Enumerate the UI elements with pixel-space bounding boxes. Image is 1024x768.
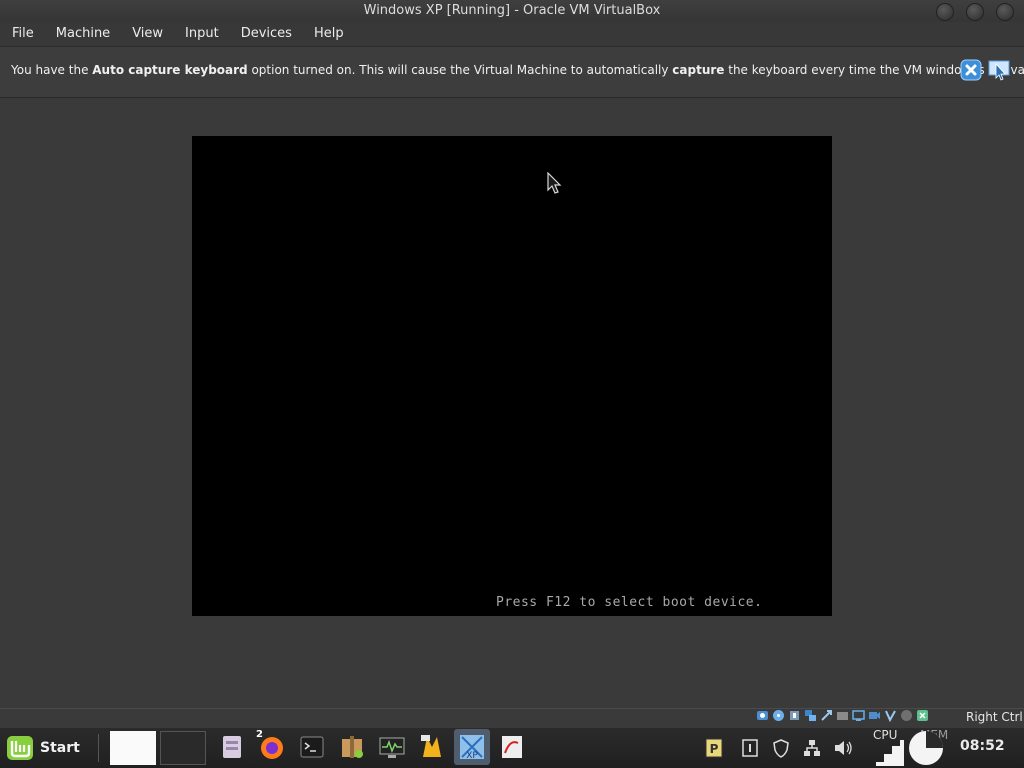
shield-icon[interactable] bbox=[771, 738, 791, 758]
network-tray-icon[interactable] bbox=[802, 738, 822, 758]
mouse-integration-status-icon[interactable] bbox=[900, 709, 913, 722]
taskbar-terminal[interactable] bbox=[294, 729, 330, 765]
boot-message: Press F12 to select boot device. bbox=[496, 595, 763, 610]
usb-icon[interactable] bbox=[820, 709, 833, 722]
shared-folders-icon[interactable] bbox=[836, 709, 849, 722]
keyboard-capture-icon[interactable] bbox=[916, 709, 929, 722]
package-icon bbox=[342, 736, 363, 758]
title-bar[interactable]: Windows XP [Running] - Oracle VM Virtual… bbox=[0, 0, 1024, 22]
notice-bold-capture: capture bbox=[672, 63, 725, 77]
taskbar-firefox[interactable]: 2 bbox=[254, 729, 290, 765]
status-indicators bbox=[756, 709, 929, 722]
firefox-window-count: 2 bbox=[256, 729, 263, 740]
notice-bold-option: Auto capture keyboard bbox=[92, 63, 248, 77]
virtualization-icon[interactable] bbox=[884, 709, 897, 722]
taskbar-files[interactable] bbox=[214, 729, 250, 765]
taskbar-system-monitor[interactable] bbox=[374, 729, 410, 765]
audio-icon[interactable] bbox=[788, 709, 801, 722]
taskbar-virtualbox-manager[interactable] bbox=[414, 729, 450, 765]
menu-file[interactable]: File bbox=[0, 22, 45, 46]
cpu-graph-icon[interactable] bbox=[866, 740, 904, 766]
menu-input[interactable]: Input bbox=[174, 22, 230, 46]
close-notice-icon[interactable] bbox=[960, 59, 982, 81]
notice-message: You have the Auto capture keyboard optio… bbox=[11, 63, 1024, 77]
volume-icon[interactable] bbox=[833, 738, 853, 758]
menu-view[interactable]: View bbox=[121, 22, 174, 46]
mouse-cursor-icon bbox=[547, 172, 562, 194]
workspace-1[interactable] bbox=[110, 731, 156, 765]
terminal-icon bbox=[300, 736, 324, 758]
mem-graph-icon[interactable] bbox=[906, 730, 946, 766]
maximize-button[interactable] bbox=[966, 3, 984, 21]
network-icon[interactable] bbox=[804, 709, 817, 722]
taskbar-archive[interactable] bbox=[334, 729, 370, 765]
auto-capture-notice: You have the Auto capture keyboard optio… bbox=[0, 46, 1024, 98]
system-monitor-icon bbox=[379, 737, 405, 758]
start-label: Start bbox=[40, 740, 80, 756]
optical-drive-icon[interactable] bbox=[772, 709, 785, 722]
svg-text:XP: XP bbox=[466, 751, 478, 761]
mint-logo-icon bbox=[7, 736, 33, 760]
file-manager-icon bbox=[223, 736, 241, 758]
video-capture-icon[interactable] bbox=[868, 709, 881, 722]
menu-devices[interactable]: Devices bbox=[230, 22, 303, 46]
windows-xp-vm-icon: XP bbox=[460, 735, 484, 761]
window-title: Windows XP [Running] - Oracle VM Virtual… bbox=[363, 3, 661, 18]
menu-bar: File Machine View Input Devices Help bbox=[0, 22, 1024, 46]
close-button[interactable] bbox=[996, 3, 1014, 21]
menu-help[interactable]: Help bbox=[303, 22, 355, 46]
mouse-integration-icon[interactable] bbox=[987, 58, 1011, 82]
taskbar-document-viewer[interactable] bbox=[494, 729, 530, 765]
workspace-2[interactable] bbox=[160, 731, 206, 765]
update-manager-icon[interactable] bbox=[740, 738, 760, 758]
vm-screen[interactable] bbox=[192, 136, 832, 616]
display-icon[interactable] bbox=[852, 709, 865, 722]
host-key-label[interactable]: Right Ctrl bbox=[966, 710, 1023, 724]
notice-text-part: option turned on. This will cause the Vi… bbox=[247, 63, 673, 77]
minimize-button[interactable] bbox=[936, 3, 954, 21]
taskbar-windows-xp-vm[interactable]: XP bbox=[454, 729, 490, 765]
start-button[interactable]: Start bbox=[6, 734, 80, 762]
pastebin-tray-icon[interactable]: P bbox=[704, 738, 724, 758]
hard-disk-icon[interactable] bbox=[756, 709, 769, 722]
document-viewer-icon bbox=[502, 736, 522, 758]
virtualbox-manager-icon bbox=[421, 735, 441, 757]
notice-text-part: You have the bbox=[11, 63, 93, 77]
clock[interactable]: 08:52 bbox=[960, 738, 1005, 754]
window-controls bbox=[936, 3, 1014, 21]
taskbar-separator bbox=[98, 734, 99, 762]
menu-machine[interactable]: Machine bbox=[45, 22, 121, 46]
svg-text:P: P bbox=[710, 742, 719, 756]
